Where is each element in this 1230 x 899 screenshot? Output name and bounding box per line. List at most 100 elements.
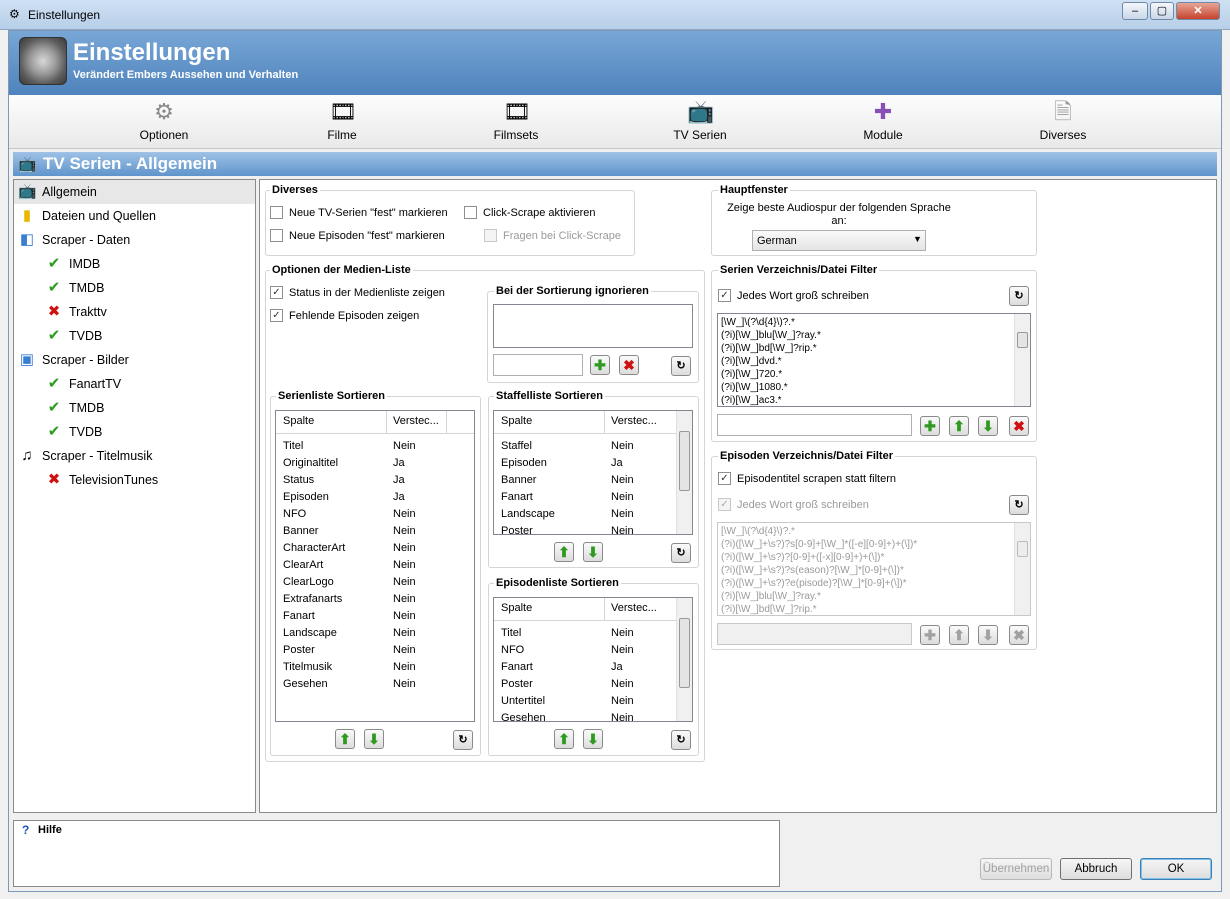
series-filter-list[interactable]: [\W_]\(?\d{4}\)?.* (?i)[\W_]blu[\W_]?ray.… bbox=[717, 313, 1031, 407]
add-button[interactable]: ✚ bbox=[920, 416, 940, 436]
sidebar-item-tvdb[interactable]: ✔ TVDB bbox=[14, 324, 255, 348]
table-row[interactable]: ClearLogo Nein bbox=[276, 574, 474, 591]
move-up-button[interactable]: ⬆ bbox=[335, 729, 355, 749]
sidebar-item-dateien[interactable]: ▮ Dateien und Quellen bbox=[14, 204, 255, 228]
scrollbar-thumb[interactable] bbox=[679, 618, 690, 688]
remove-button[interactable]: ✖ bbox=[619, 355, 639, 375]
list-item[interactable]: (?i)([\W_]+\s?)?e(pisode)?[\W_]*[0-9]+(\… bbox=[721, 577, 1027, 590]
table-row[interactable]: NFO Nein bbox=[494, 642, 692, 659]
table-row[interactable]: Titel Nein bbox=[494, 625, 692, 642]
sidebar-item-scraper-bilder[interactable]: ▣ Scraper - Bilder bbox=[14, 348, 255, 372]
audio-language-select[interactable]: German ▼ bbox=[752, 230, 926, 251]
table-row[interactable]: Untertitel Nein bbox=[494, 693, 692, 710]
checkbox-box[interactable] bbox=[464, 206, 477, 220]
table-row[interactable]: Staffel Nein bbox=[494, 438, 692, 455]
table-row[interactable]: Gesehen Nein bbox=[276, 676, 474, 693]
sort-ignore-list[interactable] bbox=[493, 304, 693, 348]
list-item[interactable]: (?i)([\W_]+\s?)?s[0-9]+[\W_]*([-e][0-9]+… bbox=[721, 538, 1027, 551]
status-medialist-checkbox[interactable]: ✓ Status in der Medienliste zeigen bbox=[270, 285, 445, 300]
sidebar-item-tmdb[interactable]: ✔ TMDB bbox=[14, 276, 255, 300]
move-up-button[interactable]: ⬆ bbox=[554, 542, 574, 562]
list-item[interactable]: (?i)[\W_]blu[\W_]?ray.* bbox=[721, 590, 1027, 603]
minimize-button[interactable]: – bbox=[1122, 2, 1148, 20]
table-row[interactable]: Banner Nein bbox=[276, 523, 474, 540]
toolbar-module[interactable]: ✚ Module bbox=[843, 97, 923, 147]
checkbox-box[interactable] bbox=[270, 229, 283, 243]
reset-button[interactable]: ↻ bbox=[453, 730, 473, 750]
checkbox-box[interactable]: ✓ bbox=[270, 309, 283, 323]
list-item[interactable]: (?i)[\W_]blu[\W_]?ray.* bbox=[721, 329, 1027, 342]
sidebar-item-trakttv[interactable]: ✖ Trakttv bbox=[14, 300, 255, 324]
table-row[interactable]: NFO Nein bbox=[276, 506, 474, 523]
toolbar-tv-serien[interactable]: 📺 TV Serien bbox=[660, 97, 740, 147]
ok-button[interactable]: OK bbox=[1140, 858, 1212, 880]
click-scrape-checkbox[interactable]: Click-Scrape aktivieren bbox=[464, 205, 595, 220]
move-down-button[interactable]: ⬇ bbox=[583, 542, 603, 562]
reset-button[interactable]: ↻ bbox=[1009, 495, 1029, 515]
list-item[interactable]: (?i)[\W_]1080.* bbox=[721, 381, 1027, 394]
toolbar-filmsets[interactable]: 🎞 Filmsets bbox=[476, 97, 556, 147]
table-row[interactable]: Poster Nein bbox=[494, 523, 692, 534]
table-row[interactable]: Poster Nein bbox=[494, 676, 692, 693]
move-up-button[interactable]: ⬆ bbox=[949, 416, 969, 436]
table-row[interactable]: Extrafanarts Nein bbox=[276, 591, 474, 608]
move-down-button[interactable]: ⬇ bbox=[364, 729, 384, 749]
vertical-scrollbar[interactable] bbox=[676, 598, 692, 721]
table-row[interactable]: Titelmusik Nein bbox=[276, 659, 474, 676]
table-row[interactable]: CharacterArt Nein bbox=[276, 540, 474, 557]
table-row[interactable]: Status Ja bbox=[276, 472, 474, 489]
vertical-scrollbar[interactable] bbox=[1014, 314, 1030, 406]
column-header-spalte[interactable]: Spalte bbox=[501, 415, 532, 427]
list-item[interactable]: (?i)([\W_]+\s?)?[0-9]+([-x][0-9]+)+(\])* bbox=[721, 551, 1027, 564]
serienliste-list[interactable]: Spalte Verstec... Titel Nein Originaltitel… bbox=[275, 410, 475, 722]
list-item[interactable]: (?i)[\W_]ac3.* bbox=[721, 394, 1027, 406]
table-row[interactable]: Landscape Nein bbox=[494, 506, 692, 523]
table-row[interactable]: Originaltitel Ja bbox=[276, 455, 474, 472]
sort-ignore-input[interactable] bbox=[493, 354, 583, 376]
toolbar-diverses[interactable]: 🗎 Diverses bbox=[1023, 97, 1103, 147]
checkbox-box[interactable] bbox=[270, 206, 283, 220]
reset-button[interactable]: ↻ bbox=[671, 543, 691, 563]
column-header-versteckt[interactable]: Verstec... bbox=[393, 415, 439, 427]
cancel-button[interactable]: Abbruch bbox=[1060, 858, 1132, 880]
toolbar-optionen[interactable]: ⚙ Optionen bbox=[124, 97, 204, 147]
sidebar-item-tmdb-images[interactable]: ✔ TMDB bbox=[14, 396, 255, 420]
list-item[interactable]: [\W_]\(?\d{4}\)?.* bbox=[721, 316, 1027, 329]
series-capitalize-checkbox[interactable]: ✓ Jedes Wort groß schreiben bbox=[718, 288, 869, 303]
table-row[interactable]: Episoden Ja bbox=[276, 489, 474, 506]
sidebar-item-allgemein[interactable]: 📺 Allgemein bbox=[14, 180, 255, 204]
table-row[interactable]: Fanart Ja bbox=[494, 659, 692, 676]
close-button[interactable]: ✕ bbox=[1176, 2, 1220, 20]
remove-button[interactable]: ✖ bbox=[1009, 416, 1029, 436]
list-item[interactable]: (?i)[\W_]bd[\W_]?rip.* bbox=[721, 342, 1027, 355]
table-row[interactable]: Fanart Nein bbox=[276, 608, 474, 625]
maximize-button[interactable]: ▢ bbox=[1150, 2, 1174, 20]
column-header-spalte[interactable]: Spalte bbox=[501, 602, 532, 614]
list-item[interactable]: (?i)[\W_]bd[\W_]?rip.* bbox=[721, 603, 1027, 615]
missing-episodes-checkbox[interactable]: ✓ Fehlende Episoden zeigen bbox=[270, 308, 419, 323]
column-header-versteckt[interactable]: Verstec... bbox=[611, 602, 657, 614]
toolbar-filme[interactable]: 🎞 Filme bbox=[302, 97, 382, 147]
reset-button[interactable]: ↻ bbox=[671, 730, 691, 750]
sidebar-item-tvdb-images[interactable]: ✔ TVDB bbox=[14, 420, 255, 444]
table-row[interactable]: Episoden Ja bbox=[494, 455, 692, 472]
reset-button[interactable]: ↻ bbox=[1009, 286, 1029, 306]
sidebar-item-scraper-titelmusik[interactable]: ♫ Scraper - Titelmusik bbox=[14, 444, 255, 468]
checkbox-box[interactable]: ✓ bbox=[718, 472, 731, 486]
checkbox-box[interactable]: ✓ bbox=[718, 289, 731, 303]
table-row[interactable]: Gesehen Nein bbox=[494, 710, 692, 721]
new-series-fest-checkbox[interactable]: Neue TV-Serien "fest" markieren bbox=[270, 205, 448, 220]
staffelliste-list[interactable]: Spalte Verstec... Staffel Nein Episoden Ja B… bbox=[493, 410, 693, 535]
scrollbar-thumb[interactable] bbox=[1017, 332, 1028, 348]
sidebar-item-televisiontunes[interactable]: ✖ TelevisionTunes bbox=[14, 468, 255, 492]
list-item[interactable]: (?i)[\W_]720.* bbox=[721, 368, 1027, 381]
sidebar-item-imdb[interactable]: ✔ IMDB bbox=[14, 252, 255, 276]
move-up-button[interactable]: ⬆ bbox=[554, 729, 574, 749]
table-row[interactable]: Titel Nein bbox=[276, 438, 474, 455]
table-row[interactable]: ClearArt Nein bbox=[276, 557, 474, 574]
scrollbar-thumb[interactable] bbox=[679, 431, 690, 491]
sidebar-item-fanarttv[interactable]: ✔ FanartTV bbox=[14, 372, 255, 396]
move-down-button[interactable]: ⬇ bbox=[583, 729, 603, 749]
series-filter-input[interactable] bbox=[717, 414, 912, 436]
add-button[interactable]: ✚ bbox=[590, 355, 610, 375]
